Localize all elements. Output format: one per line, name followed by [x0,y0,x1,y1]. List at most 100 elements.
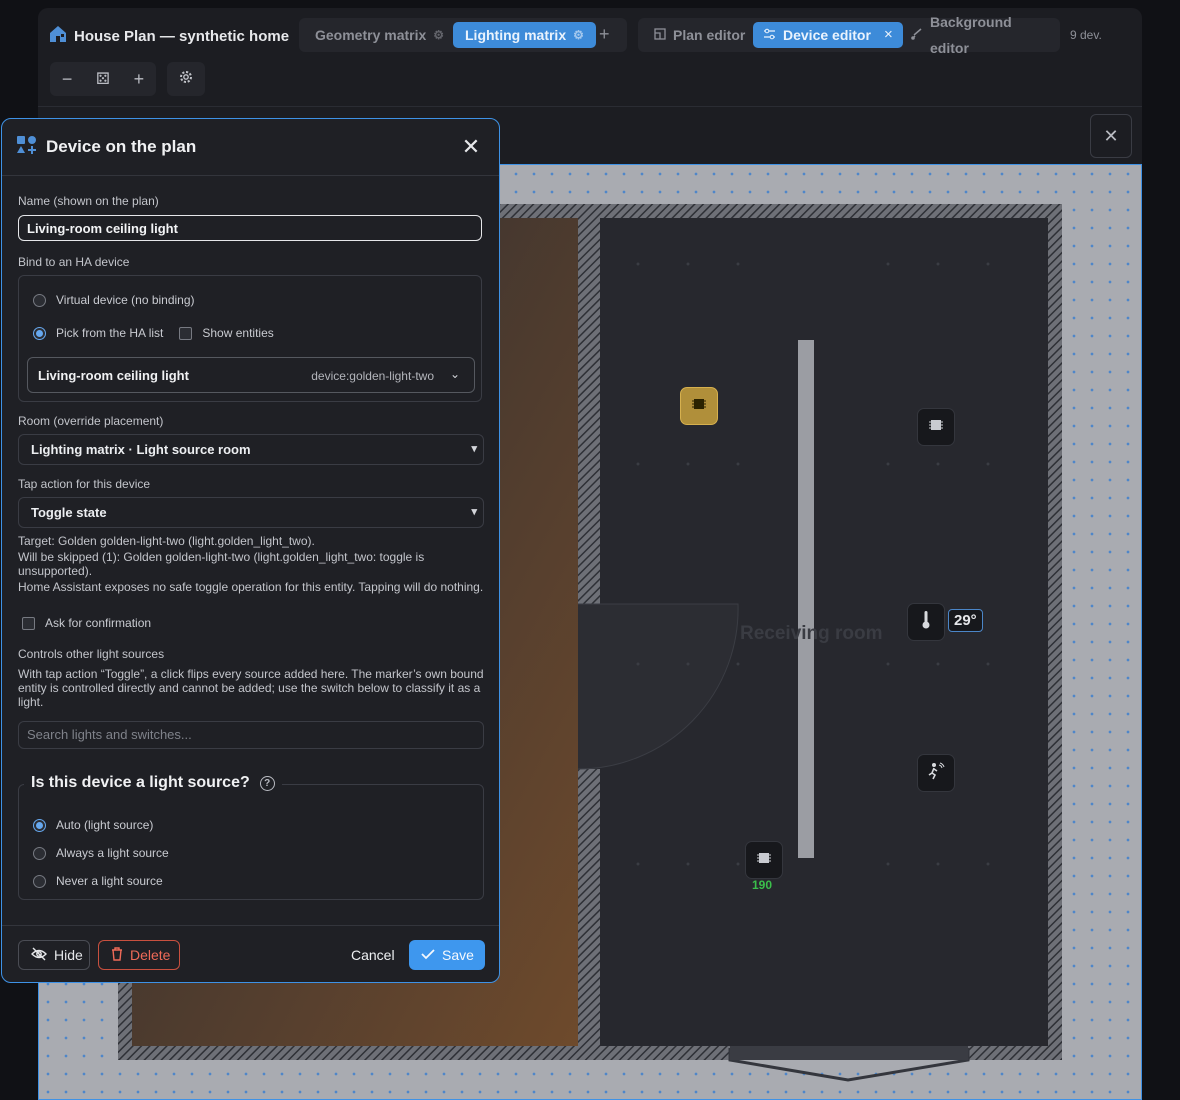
shapes-add-icon [16,135,38,160]
mode-device-editor[interactable]: Device editor × [753,22,903,48]
chevron-down-icon: ▾ [471,443,477,455]
show-entities-checkbox[interactable] [179,326,193,340]
room-override-label: Room (override placement) [18,414,164,428]
ls-always-option[interactable]: Always a light source [33,846,169,860]
option-label: Always a light source [56,846,169,860]
zoom-out-button[interactable]: − [62,69,73,90]
no-toggle-warning: Home Assistant exposes no safe toggle op… [18,580,484,594]
device-marker-motion[interactable] [917,754,955,792]
house-icon [48,25,68,47]
tab-label: Lighting matrix [465,27,567,43]
help-icon[interactable]: ? [259,775,275,791]
room-select[interactable]: Lighting matrix · Light source room ▾ [18,434,484,465]
zoom-controls: − ⚄ + [50,62,156,96]
mode-label: Device editor [783,27,871,43]
option-label: Auto (light source) [56,818,154,832]
controls-label: Controls other light sources [18,647,165,661]
dialog-title: Device on the plan [46,137,197,156]
check-icon [421,947,435,963]
app-title: House Plan — synthetic home [74,27,290,45]
light-source-legend: Is this device a light source? ? [24,774,282,792]
name-input[interactable]: Living-room ceiling light [18,215,482,241]
room-label: Receiving room [740,623,883,644]
bind-box: Virtual device (no binding) Pick from th… [18,275,482,402]
hide-button[interactable]: Hide [18,940,90,970]
option-label: Pick from the HA list [56,326,164,340]
device-count: 9 dev. [1070,28,1102,42]
header-title: House Plan — synthetic home [48,18,289,54]
device-marker-ceiling-light[interactable] [680,387,718,425]
mode-label: Plan editor [673,27,746,43]
radio-pick[interactable] [33,326,46,340]
target-info: Target: Golden golden-light-two (light.g… [18,534,315,548]
button-label: Hide [54,947,83,963]
save-button[interactable]: Save [409,940,485,970]
brush-icon [910,22,923,48]
thermometer-icon [921,610,931,635]
dialog-header: Device on the plan ✕ [2,119,499,176]
button-label: Delete [130,947,171,963]
chip-icon [928,418,944,437]
option-label: Ask for confirmation [45,616,152,630]
zoom-in-button[interactable]: + [134,69,145,90]
close-editor-button[interactable]: ✕ [1090,114,1132,158]
tab-lighting-matrix[interactable]: Lighting matrix ⚙ [453,22,596,48]
skipped-info: Will be skipped (1): Golden golden-light… [18,550,425,578]
eye-off-icon [31,947,47,964]
ls-auto-option[interactable]: Auto (light source) [33,818,153,832]
option-label: Virtual device (no binding) [56,293,195,307]
radio-auto[interactable] [33,818,46,832]
chip-icon [691,397,707,416]
chevron-down-icon: ▾ [471,506,477,518]
ha-device-id: device:golden-light-two [311,369,434,383]
mode-background-editor[interactable]: Background editor [900,14,1060,56]
bind-label: Bind to an HA device [18,255,130,269]
controls-description: With tap action “Toggle”, a click flips … [18,667,484,709]
chevron-down-icon: ⌄ [449,367,460,381]
radio-virtual[interactable] [33,293,46,307]
sensor-value: 190 [752,878,773,892]
ask-confirmation-option[interactable]: Ask for confirmation [22,616,151,630]
tap-action-select[interactable]: Toggle state ▾ [18,497,484,528]
ha-device-name: Living-room ceiling light [38,368,189,383]
name-label: Name (shown on the plan) [18,194,159,208]
button-label: Save [442,947,474,963]
mode-switcher: Plan editor Device editor × Background e… [638,14,1060,56]
motion-sensor-icon [927,762,945,785]
tab-label: Geometry matrix [315,27,427,43]
ask-confirmation-checkbox[interactable] [22,616,35,630]
light-source-fieldset: Auto (light source) Always a light sourc… [18,784,484,900]
mode-plan-editor[interactable]: Plan editor [644,22,755,48]
cancel-button[interactable]: Cancel [339,940,407,970]
temperature-badge: 29° [948,609,983,632]
settings-button[interactable] [167,62,205,96]
add-tab-button[interactable]: + [599,24,610,45]
lights-search-input[interactable]: Search lights and switches... [18,721,484,749]
tap-action-value: Toggle state [31,505,107,520]
gear-icon [178,69,194,90]
delete-button[interactable]: Delete [98,940,180,970]
chip-icon [756,851,772,870]
device-marker[interactable] [917,408,955,446]
tap-action-label: Tap action for this device [18,477,151,491]
tab-geometry-matrix[interactable]: Geometry matrix ⚙ [303,22,456,48]
close-icon[interactable]: × [884,22,893,48]
option-label: Never a light source [56,874,163,888]
close-icon[interactable]: ✕ [457,134,485,160]
ls-never-option[interactable]: Never a light source [33,874,163,888]
sliders-icon [763,22,776,48]
device-marker-thermometer[interactable] [907,603,945,641]
dialog-footer: Hide Delete Cancel Save [2,925,499,982]
zoom-fit-button[interactable]: ⚄ [96,69,110,89]
gear-icon[interactable]: ⚙ [573,22,584,48]
ha-device-select[interactable]: Living-room ceiling light device:golden-… [27,357,475,393]
plan-icon [654,22,666,48]
radio-always[interactable] [33,846,46,860]
bind-pick-option[interactable]: Pick from the HA list Show entities [33,326,274,340]
bind-virtual-option[interactable]: Virtual device (no binding) [33,293,195,307]
radio-never[interactable] [33,874,46,888]
device-dialog: Device on the plan ✕ Name (shown on the … [1,118,500,983]
close-icon: ✕ [1103,125,1119,146]
gear-icon[interactable]: ⚙ [433,22,444,48]
device-marker[interactable] [745,841,783,879]
